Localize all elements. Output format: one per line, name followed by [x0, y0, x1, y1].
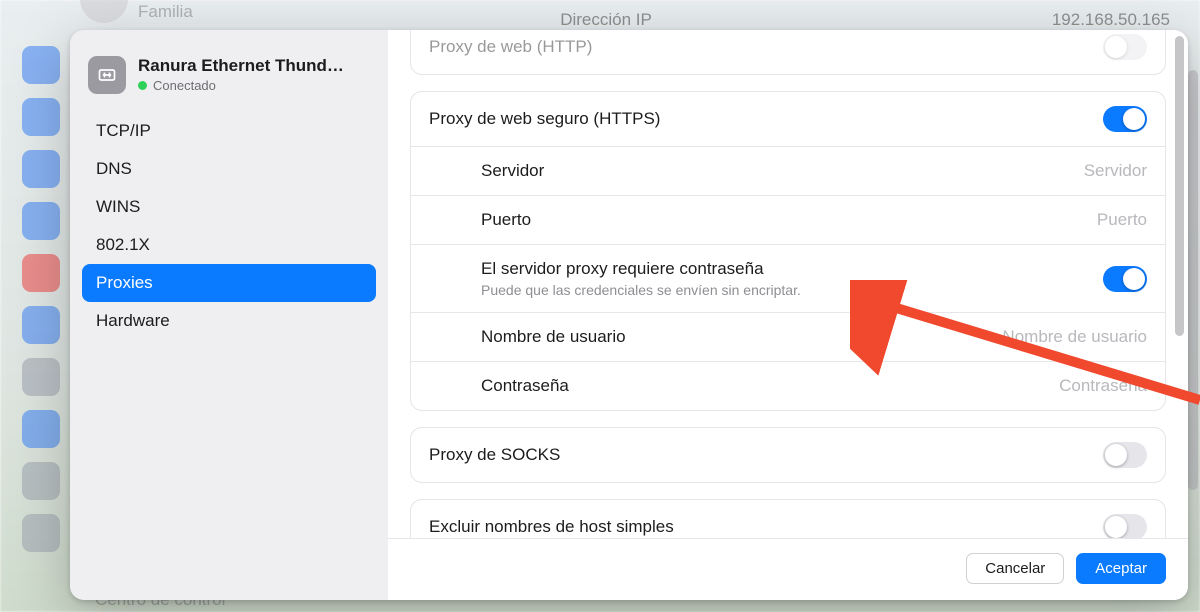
group-https-proxy: Proxy de web seguro (HTTPS) Servidor Pue… [410, 91, 1166, 411]
socks-proxy-toggle[interactable] [1103, 442, 1147, 468]
row-socks-proxy[interactable]: Proxy de SOCKS [411, 428, 1165, 482]
bg-icon [22, 514, 60, 552]
https-user-label: Nombre de usuario [481, 327, 626, 347]
socks-proxy-label: Proxy de SOCKS [429, 445, 560, 465]
bg-icon [22, 462, 60, 500]
group-exclude-simple: Excluir nombres de host simples [410, 499, 1166, 538]
proxies-scroll-area: Proxy de web (HTTP) Proxy de web seguro … [388, 30, 1188, 538]
bg-icon [22, 150, 60, 188]
interface-title: Ranura Ethernet Thund… [138, 56, 344, 76]
row-https-user: Nombre de usuario [411, 312, 1165, 361]
https-server-label: Servidor [481, 161, 544, 181]
https-auth-label: El servidor proxy requiere contraseña [481, 259, 801, 279]
sheet-scrollbar[interactable] [1175, 36, 1184, 532]
cancel-button[interactable]: Cancelar [966, 553, 1064, 584]
exclude-simple-toggle[interactable] [1103, 514, 1147, 538]
https-pass-input[interactable] [887, 376, 1147, 396]
status-dot-icon [138, 81, 147, 90]
bg-icon [22, 46, 60, 84]
bg-icon [22, 254, 60, 292]
row-https-port: Puerto [411, 195, 1165, 244]
row-http-proxy[interactable]: Proxy de web (HTTP) [411, 30, 1165, 74]
tab-tcpip[interactable]: TCP/IP [82, 112, 376, 150]
interface-header: Ranura Ethernet Thund… Conectado [82, 52, 376, 106]
sheet-tabs: TCP/IP DNS WINS 802.1X Proxies Hardware [82, 112, 376, 340]
exclude-simple-label: Excluir nombres de host simples [429, 517, 674, 537]
https-port-label: Puerto [481, 210, 531, 230]
bg-familia-label: Familia [138, 2, 193, 22]
sidebar-icons-blurred [22, 46, 62, 552]
row-https-auth[interactable]: El servidor proxy requiere contraseña Pu… [411, 244, 1165, 312]
https-proxy-toggle[interactable] [1103, 106, 1147, 132]
interface-status: Conectado [138, 78, 344, 93]
sheet-scrollbar-thumb[interactable] [1175, 36, 1184, 336]
interface-status-label: Conectado [153, 78, 216, 93]
sheet-main: Proxy de web (HTTP) Proxy de web seguro … [388, 30, 1188, 600]
sheet-footer: Cancelar Aceptar [388, 538, 1188, 600]
row-https-server: Servidor [411, 146, 1165, 195]
bg-icon [22, 306, 60, 344]
ethernet-icon [88, 56, 126, 94]
row-https-pass: Contraseña [411, 361, 1165, 410]
window-scrollbar[interactable] [1188, 40, 1198, 572]
https-auth-hint: Puede que las credenciales se envíen sin… [481, 282, 801, 298]
group-socks-proxy: Proxy de SOCKS [410, 427, 1166, 483]
tab-8021x[interactable]: 802.1X [82, 226, 376, 264]
sheet-sidebar: Ranura Ethernet Thund… Conectado TCP/IP … [70, 30, 388, 600]
row-exclude-simple[interactable]: Excluir nombres de host simples [411, 500, 1165, 538]
avatar [80, 0, 128, 23]
http-proxy-label: Proxy de web (HTTP) [429, 37, 592, 57]
bg-ip-label: Dirección IP [560, 10, 652, 30]
http-proxy-toggle[interactable] [1103, 34, 1147, 60]
accept-button[interactable]: Aceptar [1076, 553, 1166, 584]
group-http-proxy: Proxy de web (HTTP) [410, 30, 1166, 75]
https-server-input[interactable] [887, 161, 1147, 181]
window-scrollbar-thumb[interactable] [1188, 70, 1198, 490]
bg-icon [22, 202, 60, 240]
bg-ip-row: Dirección IP 192.168.50.165 [560, 10, 1170, 30]
https-user-input[interactable] [887, 327, 1147, 347]
bg-icon [22, 410, 60, 448]
network-advanced-sheet: Ranura Ethernet Thund… Conectado TCP/IP … [70, 30, 1188, 600]
tab-dns[interactable]: DNS [82, 150, 376, 188]
https-pass-label: Contraseña [481, 376, 569, 396]
bg-icon [22, 98, 60, 136]
bg-ip-value: 192.168.50.165 [1052, 10, 1170, 30]
tab-hardware[interactable]: Hardware [82, 302, 376, 340]
bg-icon [22, 358, 60, 396]
tab-proxies[interactable]: Proxies [82, 264, 376, 302]
row-https-proxy[interactable]: Proxy de web seguro (HTTPS) [411, 92, 1165, 146]
tab-wins[interactable]: WINS [82, 188, 376, 226]
https-proxy-label: Proxy de web seguro (HTTPS) [429, 109, 660, 129]
https-port-input[interactable] [887, 210, 1147, 230]
https-auth-toggle[interactable] [1103, 266, 1147, 292]
